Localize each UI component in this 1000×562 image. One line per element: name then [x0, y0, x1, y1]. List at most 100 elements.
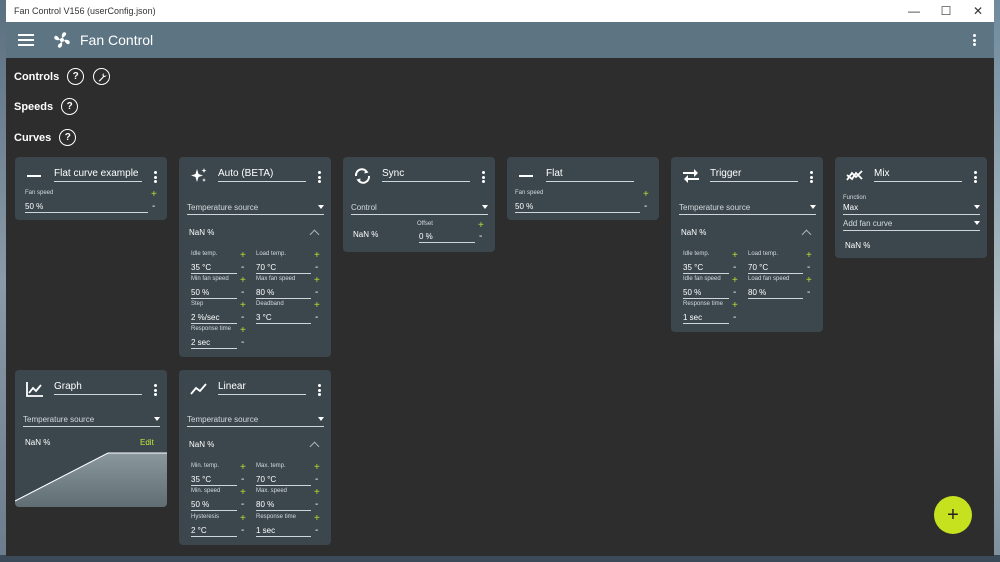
response-time-field[interactable]: 1 sec — [256, 526, 311, 537]
card-name-field[interactable]: Trigger — [710, 168, 798, 182]
decrease-button[interactable]: - — [733, 288, 736, 298]
decrease-button[interactable]: - — [152, 202, 155, 212]
decrease-button[interactable]: - — [733, 313, 736, 323]
offset-field[interactable]: 0 % — [419, 232, 475, 243]
min-fan-speed-field[interactable]: 50 % — [191, 288, 237, 299]
decrease-button[interactable]: - — [733, 263, 736, 273]
curves-help-icon[interactable]: ? — [59, 129, 77, 146]
temperature-source-select[interactable]: Temperature source — [679, 203, 816, 215]
card-name-field[interactable]: Mix — [874, 168, 962, 182]
card-menu-icon[interactable] — [153, 384, 157, 396]
increase-button[interactable]: + — [240, 251, 246, 261]
card-menu-icon[interactable] — [809, 171, 813, 183]
more-options-icon[interactable] — [972, 34, 976, 46]
response-time-field[interactable]: 2 sec — [191, 338, 237, 349]
add-curve-button[interactable]: + — [934, 496, 972, 534]
decrease-button[interactable]: - — [644, 202, 647, 212]
decrease-button[interactable]: - — [315, 475, 318, 485]
increase-button[interactable]: + — [314, 463, 320, 473]
max-fan-speed-field[interactable]: 80 % — [256, 288, 311, 299]
collapse-chevron-icon[interactable] — [309, 229, 320, 240]
collapse-chevron-icon[interactable] — [309, 441, 320, 452]
min-speed-field[interactable]: 50 % — [191, 500, 237, 511]
decrease-button[interactable]: - — [479, 232, 482, 242]
hamburger-menu-icon[interactable] — [18, 34, 34, 46]
wrench-icon[interactable] — [93, 68, 111, 85]
response-time-field[interactable]: 1 sec — [683, 313, 729, 324]
increase-button[interactable]: + — [732, 301, 738, 311]
function-select[interactable]: Max — [843, 203, 980, 215]
decrease-button[interactable]: - — [241, 475, 244, 485]
collapse-chevron-icon[interactable] — [801, 229, 812, 240]
increase-button[interactable]: + — [478, 221, 484, 231]
card-name-field[interactable]: Linear — [218, 381, 306, 395]
decrease-button[interactable]: - — [315, 263, 318, 273]
increase-button[interactable]: + — [240, 488, 246, 498]
increase-button[interactable]: + — [314, 301, 320, 311]
increase-button[interactable]: + — [643, 190, 649, 200]
card-name-field[interactable]: Sync — [382, 168, 470, 182]
card-name-field[interactable]: Flat curve example — [54, 168, 142, 182]
speeds-help-icon[interactable]: ? — [61, 98, 79, 115]
close-button[interactable]: ✕ — [962, 0, 994, 22]
card-menu-icon[interactable] — [317, 384, 321, 396]
increase-button[interactable]: + — [314, 514, 320, 524]
card-menu-icon[interactable] — [317, 171, 321, 183]
fan-speed-field[interactable]: 50 % — [25, 202, 148, 213]
decrease-button[interactable]: - — [241, 313, 244, 323]
increase-button[interactable]: + — [240, 514, 246, 524]
increase-button[interactable]: + — [151, 190, 157, 200]
increase-button[interactable]: + — [240, 276, 246, 286]
fan-speed-field[interactable]: 50 % — [515, 202, 640, 213]
idle-temp-field[interactable]: 35 °C — [191, 263, 237, 274]
step-field[interactable]: 2 %/sec — [191, 313, 237, 324]
card-menu-icon[interactable] — [481, 171, 485, 183]
increase-button[interactable]: + — [314, 276, 320, 286]
increase-button[interactable]: + — [732, 276, 738, 286]
increase-button[interactable]: + — [240, 326, 246, 336]
increase-button[interactable]: + — [240, 301, 246, 311]
increase-button[interactable]: + — [240, 463, 246, 473]
increase-button[interactable]: + — [806, 251, 812, 261]
decrease-button[interactable]: - — [241, 526, 244, 536]
decrease-button[interactable]: - — [315, 500, 318, 510]
increase-button[interactable]: + — [732, 251, 738, 261]
card-name-field[interactable]: Graph — [54, 381, 142, 395]
deadband-field[interactable]: 3 °C — [256, 313, 311, 324]
max-temp-field[interactable]: 70 °C — [256, 475, 311, 486]
decrease-button[interactable]: - — [241, 263, 244, 273]
hysteresis-field[interactable]: 2 °C — [191, 526, 237, 537]
card-menu-icon[interactable] — [973, 171, 977, 183]
min-temp-field[interactable]: 35 °C — [191, 475, 237, 486]
temperature-source-select[interactable]: Temperature source — [187, 415, 324, 427]
card-name-field[interactable]: Auto (BETA) — [218, 168, 306, 182]
increase-button[interactable]: + — [314, 251, 320, 261]
controls-help-icon[interactable]: ? — [67, 68, 85, 85]
load-temp-field[interactable]: 70 °C — [256, 263, 311, 274]
decrease-button[interactable]: - — [807, 288, 810, 298]
card-sync: Sync Control NaN % Offset + 0 % - — [343, 157, 495, 252]
idle-fan-speed-field[interactable]: 50 % — [683, 288, 729, 299]
temperature-source-select[interactable]: Temperature source — [23, 415, 160, 427]
minimize-button[interactable]: — — [898, 0, 930, 22]
increase-button[interactable]: + — [314, 488, 320, 498]
card-menu-icon[interactable] — [153, 171, 157, 183]
decrease-button[interactable]: - — [241, 500, 244, 510]
edit-graph-button[interactable]: Edit — [140, 438, 154, 447]
maximize-button[interactable]: ☐ — [930, 0, 962, 22]
decrease-button[interactable]: - — [315, 288, 318, 298]
idle-temp-field[interactable]: 35 °C — [683, 263, 729, 274]
load-temp-field[interactable]: 70 °C — [748, 263, 803, 274]
decrease-button[interactable]: - — [241, 338, 244, 348]
temperature-source-select[interactable]: Temperature source — [187, 203, 324, 215]
max-speed-field[interactable]: 80 % — [256, 500, 311, 511]
load-fan-speed-field[interactable]: 80 % — [748, 288, 803, 299]
add-fan-curve-select[interactable]: Add fan curve — [843, 219, 980, 231]
decrease-button[interactable]: - — [241, 288, 244, 298]
decrease-button[interactable]: - — [315, 526, 318, 536]
increase-button[interactable]: + — [806, 276, 812, 286]
card-name-field[interactable]: Flat — [546, 168, 634, 182]
decrease-button[interactable]: - — [807, 263, 810, 273]
control-select[interactable]: Control — [351, 203, 488, 215]
decrease-button[interactable]: - — [315, 313, 318, 323]
